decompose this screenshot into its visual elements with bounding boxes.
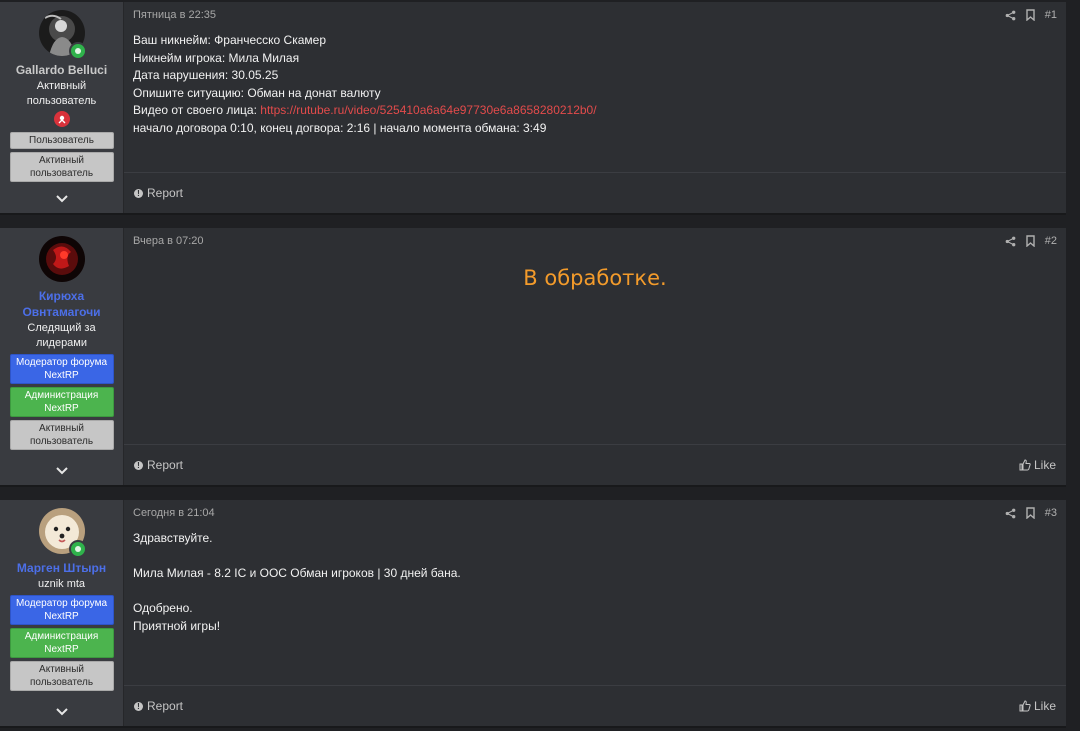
user-title: Следящий за лидерами [27,322,96,349]
info-icon: ! [134,701,143,711]
post-footer: ! Report Like [124,685,1066,726]
post-3: Марген Штырн uznik mta Модератор форума … [0,500,1066,726]
post-2: Кирюха Овнтамагочи Следящий за лидерами … [0,228,1066,485]
share-icon[interactable] [1005,508,1016,519]
post-1: Gallardo Belluci Активный пользователь П… [0,2,1066,213]
share-icon[interactable] [1005,10,1016,21]
video-link[interactable]: https://rutube.ru/video/525410a6a64e9773… [260,103,596,117]
post-number[interactable]: #1 [1045,9,1057,21]
user-banner: Администрация NextRP [9,387,114,417]
like-button[interactable]: Like [1019,458,1056,472]
user-banner: Активный пользователь [9,152,114,182]
text-line: Мила Милая - 8.2 IC и OOC Обман игроков … [133,566,461,580]
post-2-user-panel: Кирюха Овнтамагочи Следящий за лидерами … [0,228,124,485]
online-status-icon [68,540,87,558]
user-banner: Активный пользователь [9,420,114,450]
report-button[interactable]: ! Report [134,186,1056,200]
text-line: Никнейм игрока: Мила Милая [133,50,300,65]
bookmark-icon[interactable] [1025,235,1036,247]
avatar-image [38,236,85,282]
post-date[interactable]: Вчера в 07:20 [133,235,1005,247]
post-number[interactable]: #2 [1045,235,1057,247]
post-date[interactable]: Пятница в 22:35 [133,9,1005,21]
avatar[interactable] [38,236,85,282]
user-title: Активный пользователь [26,80,97,107]
bookmark-icon[interactable] [1025,9,1036,21]
text-line: Опишите ситуацию: Обман на донат валюту [133,85,381,100]
text-line: Здравствуйте. [133,531,213,545]
info-icon: ! [134,460,143,470]
chevron-down-icon[interactable] [55,465,69,475]
post-footer: ! Report Like [124,444,1066,485]
user-banner: Модератор форума NextRP [9,595,114,625]
post-body: Ваш никнейм: Франчесско Скамер Никнейм и… [124,28,1066,172]
post-body: Здравствуйте. Мила Милая - 8.2 IC и OOC … [124,526,1066,685]
post-date[interactable]: Сегодня в 21:04 [133,507,1005,519]
username[interactable]: Кирюха Овнтамагочи [0,288,123,320]
post-body: В обработке. [124,254,1066,444]
share-icon[interactable] [1005,236,1016,247]
post-2-content: Вчера в 07:20 #2 В обработке. ! Report L… [124,228,1066,485]
avatar[interactable] [38,10,87,60]
text-line: Одобрено. [133,601,193,615]
user-banner: Администрация NextRP [9,628,114,658]
thumbs-up-icon [1019,459,1031,471]
status-text: В обработке. [523,266,667,290]
video-line: Видео от своего лица: https://rutube.ru/… [133,103,597,117]
text-line: Приятной игры! [133,618,221,633]
username[interactable]: Gallardo Belluci [12,62,111,78]
user-banner: Пользователь [9,132,114,149]
bookmark-icon[interactable] [1025,507,1036,519]
report-button[interactable]: ! Report [134,699,1019,713]
post-1-content: Пятница в 22:35 #1 Ваш никнейм: Франчесс… [124,2,1066,213]
chevron-down-icon[interactable] [55,193,69,203]
post-meta: Вчера в 07:20 #2 [124,228,1066,254]
chevron-down-icon[interactable] [55,706,69,716]
post-number[interactable]: #3 [1045,507,1057,519]
text-line: Дата нарушения: 30.05.25 [133,68,279,82]
user-title: uznik mta [37,578,86,590]
post-3-user-panel: Марген Штырн uznik mta Модератор форума … [0,500,124,726]
post-1-user-panel: Gallardo Belluci Активный пользователь П… [0,2,124,213]
post-footer: ! Report [124,172,1066,213]
text-line: Ваш никнейм: Франчесско Скамер [133,33,327,47]
text-line: начало договора 0:10, конец догвора: 2:1… [133,120,547,135]
username[interactable]: Марген Штырн [13,560,110,576]
report-button[interactable]: ! Report [134,458,1019,472]
thumbs-up-icon [1019,700,1031,712]
online-status-icon [68,42,87,60]
like-button[interactable]: Like [1019,699,1056,713]
post-3-content: Сегодня в 21:04 #3 Здравствуйте. Мила Ми… [124,500,1066,726]
avatar[interactable] [38,508,87,558]
trophy-badge-icon[interactable] [53,111,70,127]
post-meta: Сегодня в 21:04 #3 [124,500,1066,526]
post-meta: Пятница в 22:35 #1 [124,2,1066,28]
user-banner: Модератор форума NextRP [9,354,114,384]
user-banner: Активный пользователь [9,661,114,691]
info-icon: ! [134,188,143,198]
